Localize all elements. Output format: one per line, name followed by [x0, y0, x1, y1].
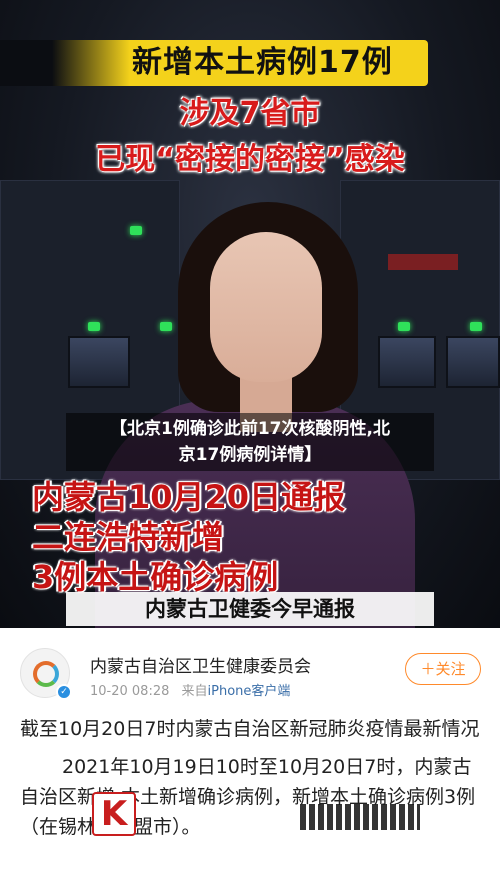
- studio-light-1: [130, 226, 142, 235]
- video-overlay-title-line-2: 京17例病例详情】: [178, 445, 322, 465]
- studio-monitor-right-2: [446, 336, 500, 388]
- kuaishou-logo-icon: K: [92, 792, 136, 836]
- studio-light-5: [470, 322, 482, 331]
- studio-red-sign: [388, 254, 458, 270]
- news-video-frame[interactable]: 新增本土病例17例 涉及7省市 已现“密接的密接”感染 【北京1例确诊此前17次…: [0, 0, 500, 628]
- studio-light-4: [398, 322, 410, 331]
- health-commission-logo-icon: [33, 661, 59, 687]
- video-overlay-title-line-1: 【北京1例确诊此前17次核酸阴性,北: [110, 419, 390, 439]
- author-name[interactable]: 内蒙古自治区卫生健康委员会: [90, 652, 311, 677]
- follow-button[interactable]: ＋关注: [405, 653, 481, 685]
- studio-light-3: [160, 322, 172, 331]
- weibo-post-card: ✓ 内蒙古自治区卫生健康委员会 10-20 08:28 来自iPhone客户端 …: [0, 628, 500, 888]
- studio-monitor-left-1: [68, 336, 130, 388]
- post-source[interactable]: iPhone客户端: [208, 684, 291, 699]
- post-meta: 10-20 08:28 来自iPhone客户端: [90, 680, 290, 699]
- headline-subline-1: 涉及7省市: [179, 96, 321, 131]
- redaction-band: [300, 804, 420, 830]
- post-source-prefix: 来自: [181, 684, 208, 699]
- post-time: 10-20 08:28: [90, 684, 170, 699]
- post-paragraph-1: 截至10月20日7时内蒙古自治区新冠肺炎疫情最新情况: [20, 718, 480, 740]
- studio-monitor-right-1: [378, 336, 436, 388]
- headline-text: 新增本土病例17例: [132, 45, 393, 80]
- video-overlay-title: 【北京1例确诊此前17次核酸阴性,北 京17例病例详情】: [66, 413, 434, 471]
- news-anchor-face: [210, 232, 322, 382]
- video-caption: 内蒙古卫健委今早通报: [66, 592, 434, 626]
- studio-light-2: [88, 322, 100, 331]
- headline-subline-2: 已现“密接的密接”感染: [95, 142, 405, 177]
- verified-badge-icon: ✓: [56, 684, 72, 700]
